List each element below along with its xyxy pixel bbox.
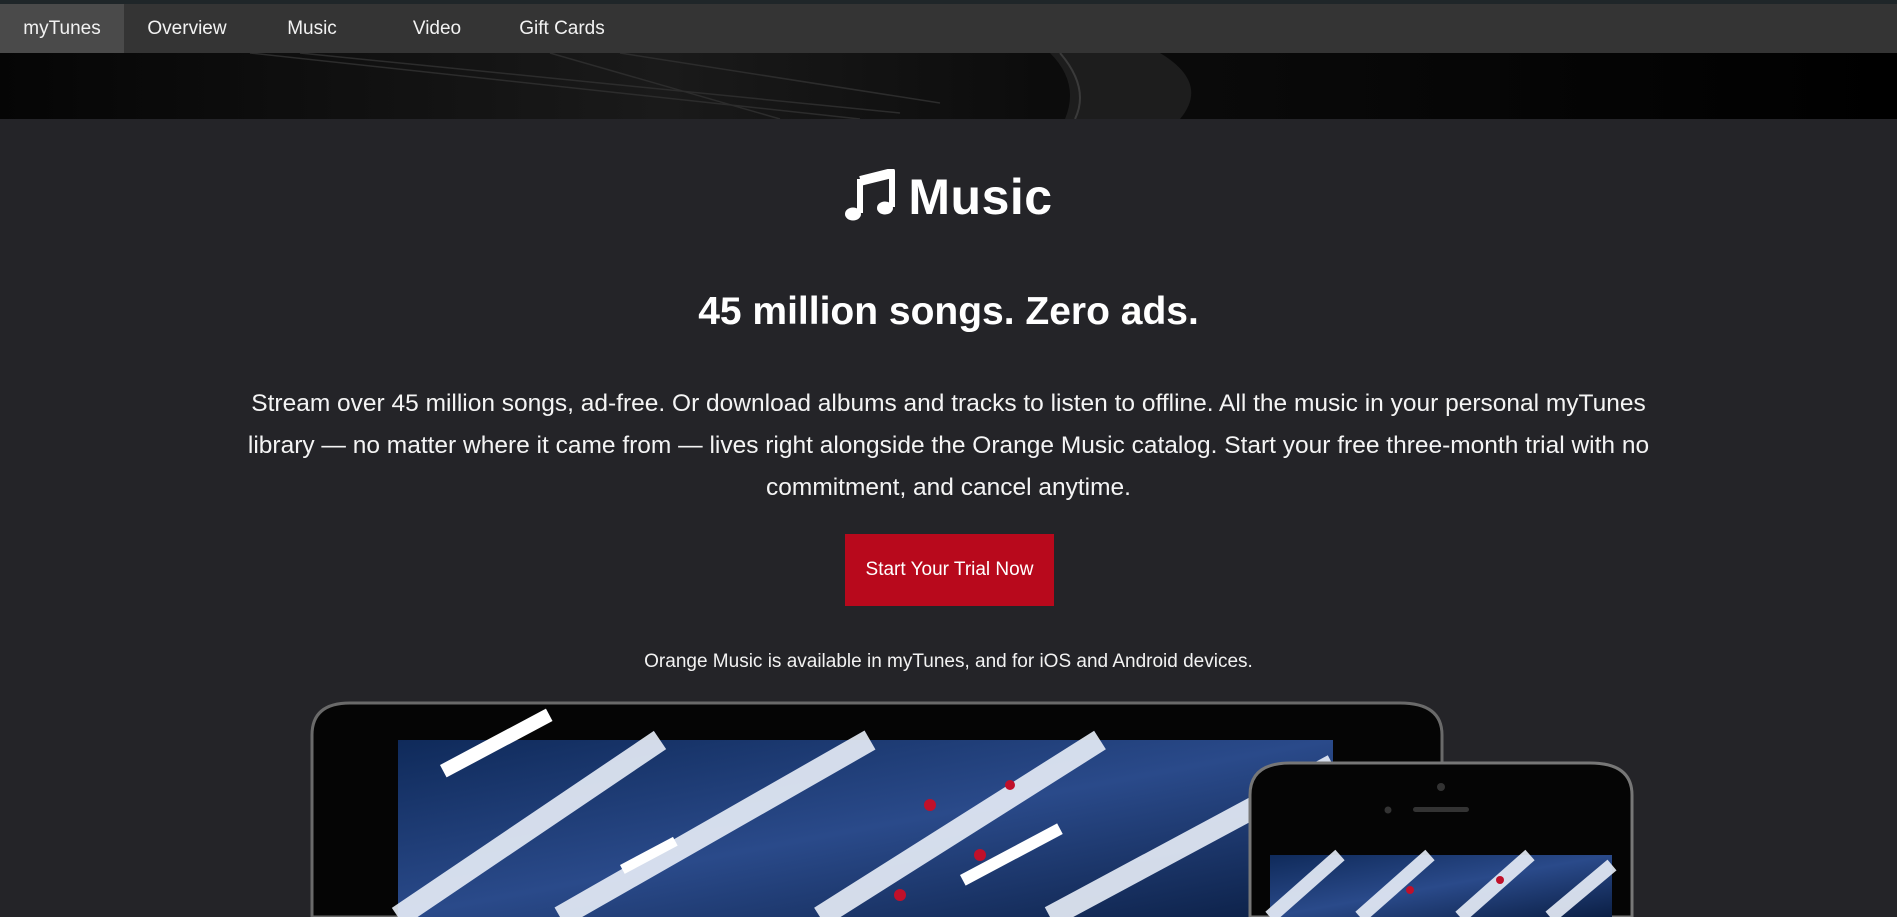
- devices-image: [0, 695, 1897, 917]
- hero-banner-image: [0, 53, 1897, 119]
- nav-item-video[interactable]: Video: [374, 4, 500, 53]
- nav-item-overview[interactable]: Overview: [124, 4, 250, 53]
- description: Stream over 45 million songs, ad-free. O…: [247, 390, 1650, 501]
- top-navbar: myTunes Overview Music Video Gift Cards: [0, 4, 1897, 53]
- logo-text: Music: [908, 169, 1053, 225]
- availability-note: Orange Music is available in myTunes, an…: [644, 651, 1253, 672]
- headline: 45 million songs. Zero ads.: [698, 290, 1199, 333]
- music-logo: Music: [0, 167, 1897, 226]
- start-trial-button[interactable]: Start Your Trial Now: [845, 534, 1054, 606]
- nav-item-mytunes[interactable]: myTunes: [0, 4, 124, 53]
- nav-item-music[interactable]: Music: [250, 4, 374, 53]
- nav-item-gift-cards[interactable]: Gift Cards: [500, 4, 624, 53]
- music-note-icon: [844, 167, 896, 226]
